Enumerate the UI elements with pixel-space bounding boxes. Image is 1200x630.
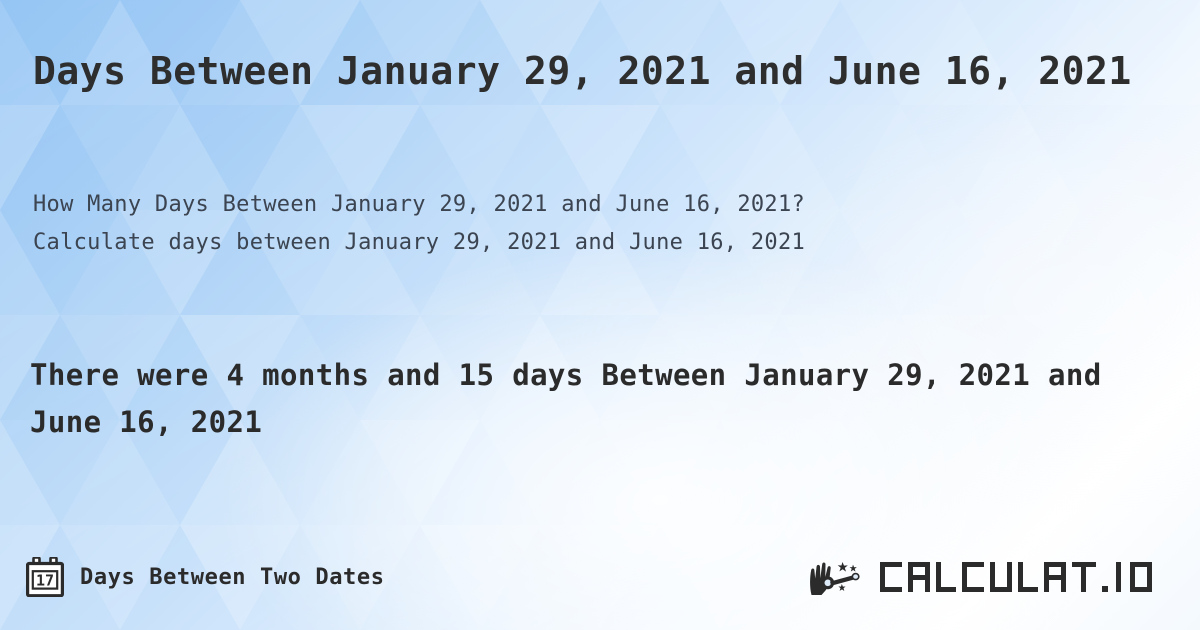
- footer-tool: 17 Days Between Two Dates: [26, 557, 385, 597]
- brand-logo: [808, 556, 1178, 598]
- calendar-17-icon: 17: [26, 557, 64, 597]
- magic-wand-hand-icon: [810, 562, 860, 595]
- result-text: There were 4 months and 15 days Between …: [30, 358, 1120, 439]
- og-card: Days Between January 29, 2021 and June 1…: [0, 0, 1200, 630]
- calendar-day-number: 17: [36, 571, 54, 589]
- brand-wordmark: [880, 562, 1152, 592]
- footer: 17 Days Between Two Dates: [0, 548, 1200, 606]
- page-title: Days Between January 29, 2021 and June 1…: [33, 49, 1132, 93]
- footer-tool-label: Days Between Two Dates: [80, 564, 385, 590]
- page-description: How Many Days Between January 29, 2021 a…: [33, 186, 1173, 262]
- description-line-1: How Many Days Between January 29, 2021 a…: [33, 192, 806, 217]
- description-line-2: Calculate days between January 29, 2021 …: [33, 230, 806, 255]
